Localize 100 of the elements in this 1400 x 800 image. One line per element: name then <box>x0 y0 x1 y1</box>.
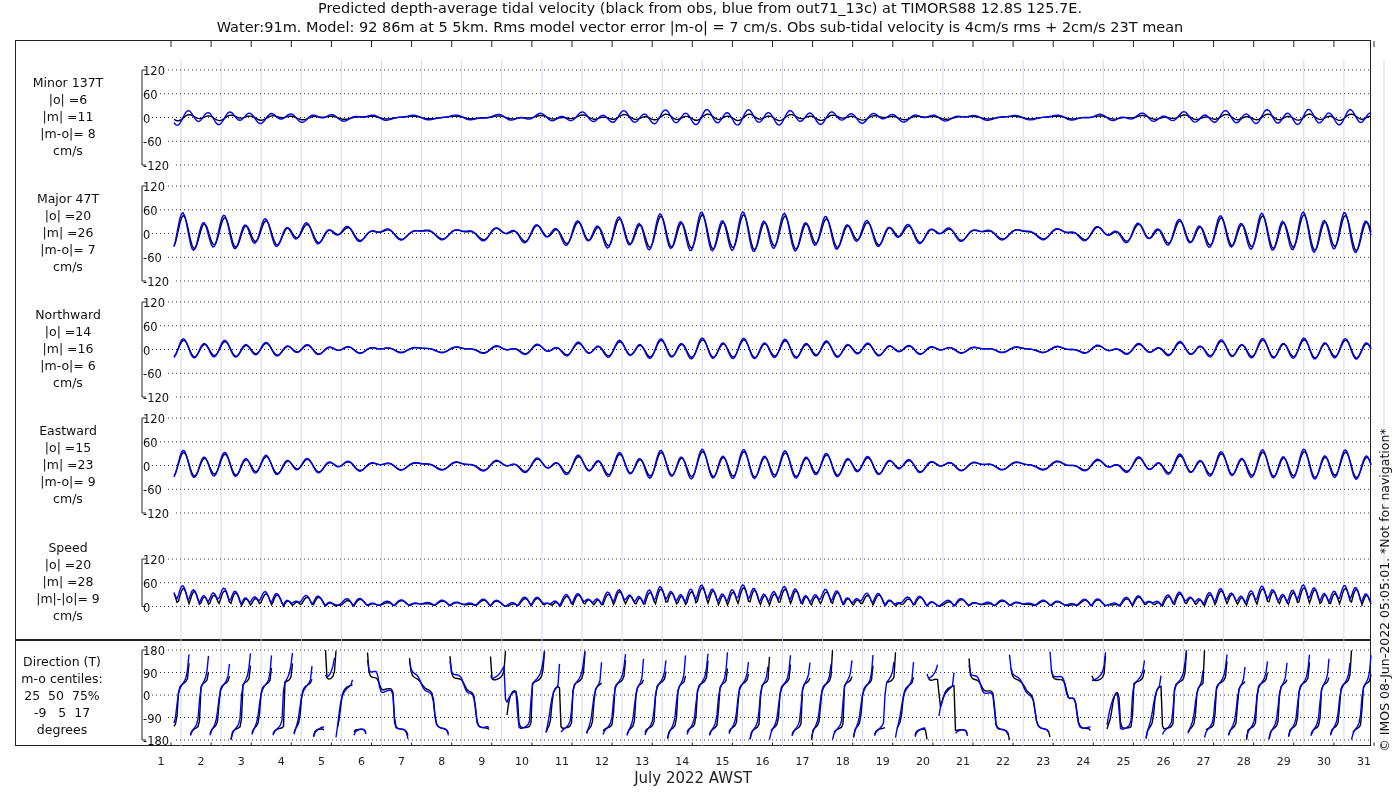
day-label: 6 <box>358 755 365 768</box>
day-label: 4 <box>277 755 285 768</box>
day-label: 12 <box>595 755 610 768</box>
tick-mark <box>1173 40 1174 48</box>
day-label: 29 <box>1276 755 1291 768</box>
y-tick-label: -60 <box>143 251 162 266</box>
y-tick-label: 120 <box>143 553 165 567</box>
panel-label: Eastward <box>39 423 97 438</box>
y-tick-label: 90 <box>143 666 158 681</box>
tick-mark <box>1333 40 1335 48</box>
day-label: 19 <box>875 755 890 768</box>
tick-mark <box>571 40 573 48</box>
panel-label: |o| =15 <box>44 440 92 455</box>
y-tick-label: 60 <box>143 203 158 218</box>
tick-mark <box>1213 742 1215 747</box>
panel-label: |o| =6 <box>48 92 88 107</box>
tick-mark <box>772 40 773 48</box>
tick-mark <box>330 742 332 747</box>
tick-mark <box>651 40 653 48</box>
tick-mark <box>691 40 693 48</box>
tick-mark <box>290 40 292 48</box>
panel-label: |m-o|= 6 <box>40 358 96 373</box>
tick-mark <box>1213 40 1215 48</box>
panel-label: |m-o|= 8 <box>40 126 96 141</box>
panel-label: degrees <box>36 722 88 737</box>
tick-mark <box>1052 40 1054 48</box>
tick-mark <box>330 40 332 48</box>
y-tick-label: 120 <box>143 64 165 78</box>
tick-mark <box>1052 742 1054 747</box>
panel-label: Direction (T) <box>23 654 101 669</box>
day-label: 16 <box>755 755 770 768</box>
y-tick-label: 0 <box>143 111 151 126</box>
tick-mark <box>892 742 894 747</box>
day-label: 31 <box>1357 755 1371 768</box>
y-tick-label: -120 <box>143 391 170 405</box>
tick-mark <box>852 40 854 48</box>
day-label: 27 <box>1196 755 1211 768</box>
tick-mark <box>972 40 974 48</box>
panel-label: cm/s <box>53 143 83 158</box>
day-label: 10 <box>514 755 529 768</box>
panel-label: cm/s <box>53 608 83 623</box>
y-tick-label: -60 <box>143 483 162 498</box>
tick-mark <box>170 742 172 747</box>
tick-mark <box>250 742 252 747</box>
y-tick-label: -120 <box>143 275 170 289</box>
tick-mark <box>250 40 252 48</box>
day-label: 9 <box>478 755 486 768</box>
tick-mark <box>491 40 493 48</box>
panel-label: |m-o|= 9 <box>40 474 96 489</box>
tick-mark <box>731 742 733 747</box>
tick-mark <box>932 742 934 747</box>
tick-mark <box>1333 742 1335 747</box>
panel-label: -9 5 17 <box>33 705 91 720</box>
y-tick-label: 60 <box>143 435 158 450</box>
panel-label: |m| =16 <box>42 341 94 356</box>
day-label: 22 <box>996 755 1011 768</box>
x-axis-label: July 2022 AWST <box>634 769 752 787</box>
tick-mark <box>411 40 413 48</box>
tick-mark <box>852 742 854 747</box>
tick-mark <box>651 742 653 747</box>
panel-label: cm/s <box>53 259 83 274</box>
panel-label: |m|-|o|= 9 <box>36 591 100 606</box>
panel-label: cm/s <box>53 375 83 390</box>
tick-mark <box>611 742 613 747</box>
y-tick-label: 0 <box>143 227 151 242</box>
tick-mark <box>812 742 814 747</box>
day-label: 25 <box>1116 755 1131 768</box>
panel-label: Speed <box>48 540 88 555</box>
y-tick-label: 180 <box>143 644 165 658</box>
chart-title: Predicted depth-average tidal velocity (black from obs, blue from out71_13c) at TIMORS88 12.8S 125.7E. <box>317 0 1083 16</box>
panel-label: |m| =28 <box>42 574 94 589</box>
day-label: 5 <box>317 755 325 768</box>
day-label: 24 <box>1076 755 1091 768</box>
day-label: 28 <box>1236 755 1251 768</box>
tick-mark <box>411 742 413 747</box>
day-label: 20 <box>915 755 930 768</box>
tick-mark <box>1012 742 1014 747</box>
tick-mark <box>1293 742 1295 747</box>
day-label: 21 <box>956 755 970 768</box>
day-label: 23 <box>1036 755 1051 768</box>
day-label: 18 <box>835 755 850 768</box>
y-tick-label: -90 <box>143 711 162 726</box>
y-tick-label: 0 <box>143 689 151 703</box>
tick-mark <box>1132 742 1134 747</box>
tick-mark <box>611 40 613 48</box>
tick-mark <box>1253 40 1255 48</box>
panel-label: |o| =14 <box>44 324 92 339</box>
panel-label: m-o centiles: <box>21 671 103 686</box>
tick-mark <box>451 40 453 48</box>
day-label: 3 <box>237 755 245 768</box>
y-tick-label: 60 <box>143 319 158 334</box>
panel-label: |m| =11 <box>42 109 94 124</box>
tick-mark <box>451 742 453 747</box>
tick-mark <box>1293 40 1295 48</box>
panel-label: 25 50 75% <box>24 688 100 703</box>
tick-mark <box>1092 742 1094 747</box>
panel-label: |o| =20 <box>44 208 92 223</box>
day-label: 14 <box>675 755 690 768</box>
y-tick-label: -180 <box>143 734 170 748</box>
y-tick-label: 0 <box>143 343 151 358</box>
